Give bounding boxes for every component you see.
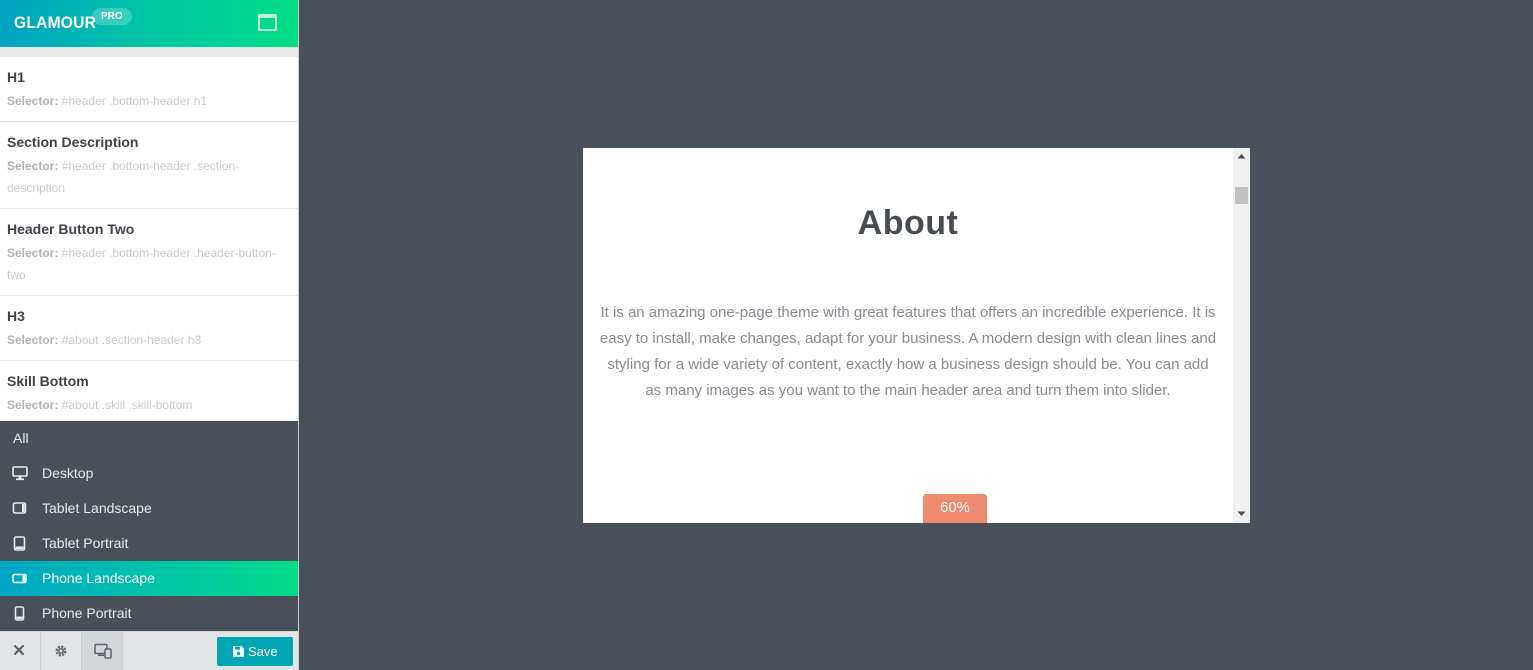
- device-label: Tablet Landscape: [42, 500, 152, 516]
- selector-item-skill-bottom[interactable]: Skill Bottom Selector: #about .skill .sk…: [0, 361, 298, 421]
- device-filter-menu: All Desktop Tablet Landscape Tablet Port…: [0, 421, 298, 631]
- tablet-landscape-icon: [12, 491, 28, 526]
- device-label: Phone Landscape: [42, 570, 155, 586]
- close-icon: [13, 644, 25, 656]
- selector-list: H1 Selector: #header .bottom-header h1 S…: [0, 57, 298, 421]
- about-description: It is an amazing one-page theme with gre…: [599, 304, 1217, 399]
- selector-label: Selector:: [7, 333, 59, 347]
- device-label: Desktop: [42, 465, 94, 481]
- device-item-phone-landscape[interactable]: Phone Landscape: [0, 561, 298, 596]
- close-button[interactable]: [0, 632, 41, 670]
- selector-label: Selector:: [7, 398, 59, 412]
- selector-value: #header .bottom-header h1: [61, 94, 208, 108]
- device-label: Tablet Portrait: [42, 535, 129, 551]
- selector-item-h1[interactable]: H1 Selector: #header .bottom-header h1: [0, 57, 298, 122]
- selector-item-h3[interactable]: H3 Selector: #about .section-header h3: [0, 296, 298, 361]
- scroll-up-button[interactable]: [1233, 148, 1250, 165]
- collapse-panel-icon[interactable]: [258, 14, 277, 31]
- selector-item-section-description[interactable]: Section Description Selector: #header .b…: [0, 122, 298, 209]
- scrollbar-thumb[interactable]: [1235, 187, 1248, 204]
- selector-title: H3: [7, 308, 25, 324]
- selector-title: H1: [7, 69, 25, 85]
- sidebar-footer: Save: [0, 631, 298, 670]
- device-label: Phone Portrait: [42, 605, 132, 621]
- arrow-up-icon: [1237, 154, 1246, 159]
- phone-landscape-icon: [12, 561, 28, 596]
- scroll-down-button[interactable]: [1233, 506, 1250, 523]
- selector-title: Header Button Two: [7, 221, 135, 237]
- desktop-icon: [12, 456, 28, 491]
- device-label: All: [13, 430, 29, 446]
- selector-label: Selector:: [7, 246, 59, 260]
- device-item-all[interactable]: All: [0, 421, 298, 456]
- selector-title: Skill Bottom: [7, 373, 89, 389]
- selector-meta: Selector: #header .bottom-header .header…: [7, 242, 291, 286]
- selector-meta: Selector: #about .section-header h3: [7, 329, 291, 351]
- selector-title: Section Description: [7, 134, 139, 150]
- brand-name: GLAMOUR: [14, 13, 97, 32]
- save-button[interactable]: Save: [217, 637, 293, 666]
- gear-icon: [55, 645, 67, 657]
- selector-value: #about .section-header h3: [61, 333, 202, 347]
- device-item-phone-portrait[interactable]: Phone Portrait: [0, 596, 298, 631]
- device-item-tablet-portrait[interactable]: Tablet Portrait: [0, 526, 298, 561]
- responsive-devices-icon: [94, 643, 112, 659]
- skill-percentage-badge: 60%: [923, 494, 987, 523]
- customizer-sidebar: GLAMOUR PRO H1 Selector: #header .bottom…: [0, 0, 299, 670]
- arrow-down-icon: [1237, 511, 1246, 516]
- selector-item-header-button-two[interactable]: Header Button Two Selector: #header .bot…: [0, 209, 298, 296]
- selector-meta: Selector: #header .bottom-header h1: [7, 90, 291, 112]
- brand-header: GLAMOUR PRO: [0, 0, 298, 47]
- preview-scrollbar[interactable]: [1233, 148, 1250, 523]
- phone-portrait-icon: [12, 596, 28, 631]
- selector-meta: Selector: #about .skill .skill-bottom: [7, 394, 291, 416]
- responsive-button[interactable]: [82, 632, 123, 670]
- save-label: Save: [248, 644, 278, 659]
- device-item-tablet-landscape[interactable]: Tablet Landscape: [0, 491, 298, 526]
- selector-label: Selector:: [7, 94, 59, 108]
- preview-frame[interactable]: About It is an amazing one-page theme wi…: [583, 148, 1250, 523]
- selector-meta: Selector: #header .bottom-header .sectio…: [7, 155, 291, 199]
- selector-label: Selector:: [7, 159, 59, 173]
- settings-button[interactable]: [41, 632, 82, 670]
- about-heading: About: [857, 204, 959, 242]
- tablet-portrait-icon: [12, 526, 28, 561]
- selector-value: #about .skill .skill-bottom: [61, 398, 193, 412]
- device-item-desktop[interactable]: Desktop: [0, 456, 298, 491]
- save-icon: [233, 646, 244, 657]
- pro-badge: PRO: [92, 8, 132, 25]
